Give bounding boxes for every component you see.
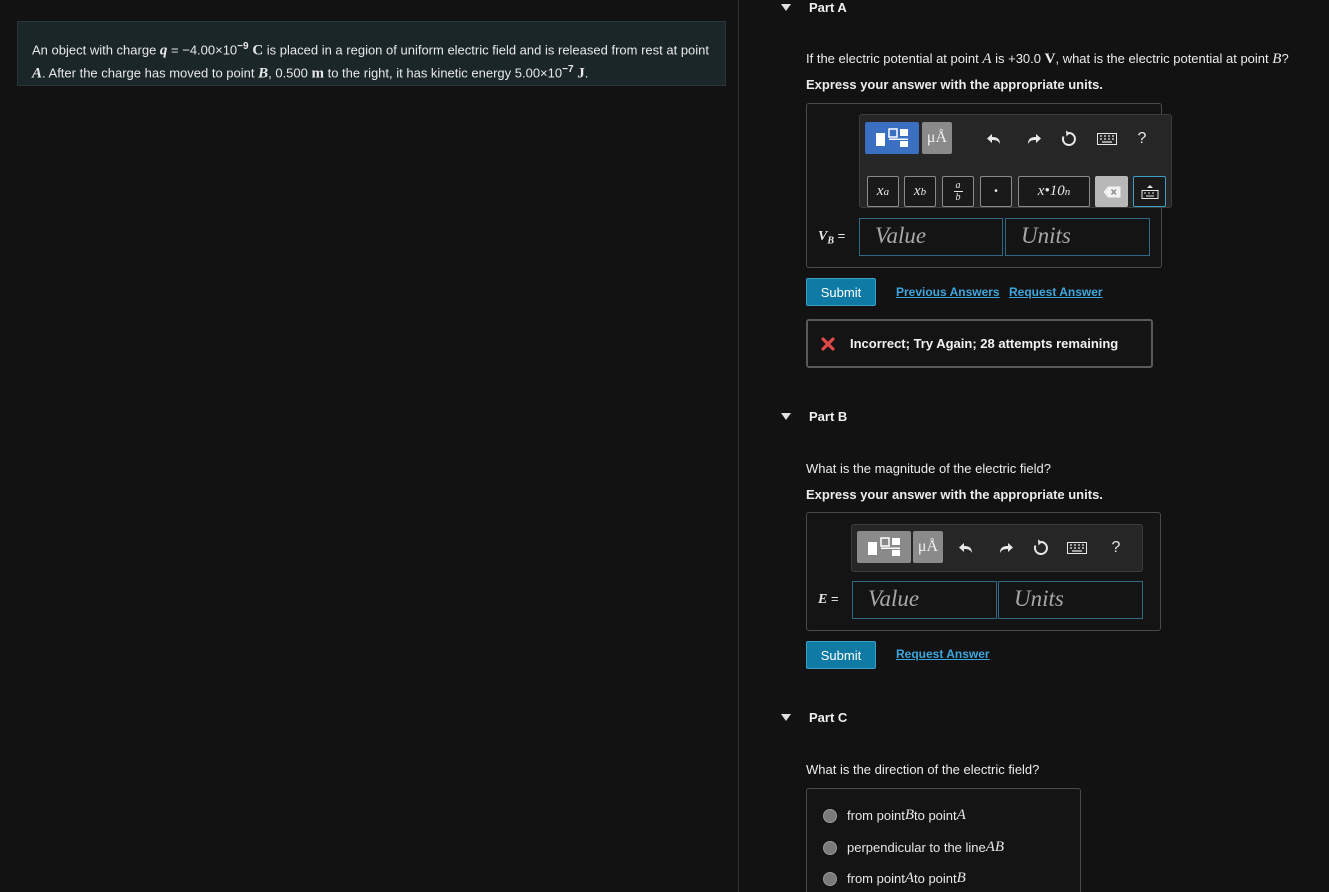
radio-button[interactable] bbox=[823, 871, 837, 886]
keyboard-icon[interactable] bbox=[1066, 540, 1088, 556]
e-label: E = bbox=[818, 591, 839, 607]
part-a-title: Part A bbox=[809, 0, 847, 15]
collapse-triangle-icon[interactable] bbox=[781, 413, 791, 420]
templates-glyph bbox=[876, 128, 908, 147]
templates-icon[interactable] bbox=[865, 122, 919, 154]
vb-label: VB = bbox=[818, 228, 846, 247]
fraction-button[interactable]: a b bbox=[942, 176, 974, 207]
part-c-question: What is the direction of the electric fi… bbox=[806, 762, 1040, 777]
problem-statement: An object with charge q = −4.00×10−9 C i… bbox=[17, 21, 726, 86]
part-b-title: Part B bbox=[809, 409, 848, 424]
units-symbols-button[interactable]: μÅ bbox=[922, 122, 952, 154]
radio-button[interactable] bbox=[823, 840, 837, 855]
collapse-triangle-icon[interactable] bbox=[781, 714, 791, 721]
part-b-question: What is the magnitude of the electric fi… bbox=[806, 461, 1051, 476]
error-x-icon bbox=[821, 336, 835, 351]
help-icon[interactable]: ? bbox=[1132, 129, 1152, 149]
part-a-feedback: Incorrect; Try Again; 28 attempts remain… bbox=[806, 319, 1153, 368]
templates-glyph bbox=[868, 537, 900, 556]
part-a-instruction: Express your answer with the appropriate… bbox=[806, 77, 1103, 92]
part-a-answer-box: μÅ ? xa xb a b • x•10 n VB = Value Units bbox=[806, 103, 1172, 268]
part-b-value-input[interactable]: Value bbox=[852, 581, 997, 619]
part-b-header[interactable]: Part B bbox=[780, 409, 847, 424]
part-a-value-input[interactable]: Value bbox=[859, 218, 1003, 256]
units-symbols-button[interactable]: μÅ bbox=[913, 531, 943, 563]
reset-icon[interactable] bbox=[1058, 128, 1080, 150]
part-c-options: from point B to point A perpendicular to… bbox=[806, 788, 1081, 892]
part-a-question: If the electric potential at point A is … bbox=[806, 51, 1289, 67]
previous-answers-link[interactable]: Previous Answers bbox=[896, 285, 1000, 299]
option-a-to-b[interactable]: from point A to point B bbox=[823, 870, 966, 887]
part-b-request-answer-link[interactable]: Request Answer bbox=[896, 647, 990, 661]
part-b-submit-button[interactable]: Submit bbox=[806, 641, 876, 669]
option-perpendicular[interactable]: perpendicular to the line AB bbox=[823, 839, 1004, 856]
keyboard-toggle-icon[interactable] bbox=[1133, 176, 1166, 207]
part-a-math-toolbar: μÅ ? xa xb a b • x•10 n bbox=[859, 114, 1172, 208]
redo-icon[interactable] bbox=[1024, 129, 1044, 149]
redo-icon[interactable] bbox=[996, 538, 1016, 558]
multiplication-dot-button[interactable]: • bbox=[980, 176, 1012, 207]
problem-pane: An object with charge q = −4.00×10−9 C i… bbox=[0, 0, 739, 892]
reset-icon[interactable] bbox=[1030, 537, 1052, 559]
part-c-title: Part C bbox=[809, 710, 848, 725]
part-b-math-toolbar: μÅ ? bbox=[851, 524, 1143, 572]
option-b-to-a[interactable]: from point B to point A bbox=[823, 807, 966, 824]
part-a-units-input[interactable]: Units bbox=[1005, 218, 1150, 256]
keyboard-icon[interactable] bbox=[1096, 131, 1118, 147]
templates-icon[interactable] bbox=[857, 531, 911, 563]
undo-icon[interactable] bbox=[956, 538, 976, 558]
part-a-submit-button[interactable]: Submit bbox=[806, 278, 876, 306]
undo-icon[interactable] bbox=[984, 129, 1004, 149]
part-b-answer-box: μÅ ? E = Value Units bbox=[806, 512, 1161, 631]
backspace-icon[interactable] bbox=[1095, 176, 1128, 207]
part-b-instruction: Express your answer with the appropriate… bbox=[806, 487, 1103, 502]
subscript-button[interactable]: xb bbox=[904, 176, 936, 207]
part-a-request-answer-link[interactable]: Request Answer bbox=[1009, 285, 1103, 299]
scientific-notation-button[interactable]: x•10 n bbox=[1018, 176, 1090, 207]
superscript-button[interactable]: xa bbox=[867, 176, 899, 207]
part-a-header[interactable]: Part A bbox=[780, 0, 847, 15]
part-b-units-input[interactable]: Units bbox=[998, 581, 1143, 619]
part-c-header[interactable]: Part C bbox=[780, 710, 847, 725]
help-icon[interactable]: ? bbox=[1106, 538, 1126, 558]
radio-button[interactable] bbox=[823, 808, 837, 823]
collapse-triangle-icon[interactable] bbox=[781, 4, 791, 11]
